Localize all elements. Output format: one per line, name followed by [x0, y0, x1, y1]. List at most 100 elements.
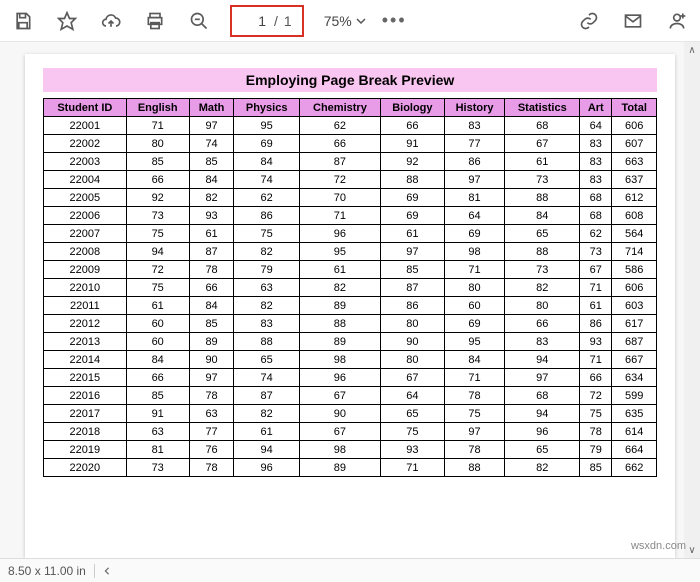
profile-icon[interactable]	[660, 4, 694, 38]
table-cell: 78	[580, 423, 612, 441]
table-cell: 63	[234, 279, 299, 297]
table-cell: 71	[299, 207, 380, 225]
table-cell: 90	[380, 333, 444, 351]
save-icon[interactable]	[6, 4, 40, 38]
table-cell: 607	[612, 135, 657, 153]
table-cell: 87	[299, 153, 380, 171]
table-cell: 97	[444, 171, 505, 189]
star-icon[interactable]	[50, 4, 84, 38]
mail-icon[interactable]	[616, 4, 650, 38]
table-cell: 62	[580, 225, 612, 243]
table-row: 220097278796185717367586	[44, 261, 657, 279]
scroll-up-icon[interactable]: ∧	[688, 42, 695, 58]
table-cell: 22008	[44, 243, 127, 261]
table-cell: 22016	[44, 387, 127, 405]
table-cell: 72	[580, 387, 612, 405]
document-page: Employing Page Break Preview Student IDE…	[25, 54, 675, 558]
table-cell: 73	[126, 459, 189, 477]
table-cell: 95	[234, 117, 299, 135]
table-cell: 72	[299, 171, 380, 189]
table-cell: 22018	[44, 423, 127, 441]
table-cell: 61	[126, 297, 189, 315]
table-cell: 70	[299, 189, 380, 207]
chevron-left-icon[interactable]	[103, 567, 111, 575]
cloud-upload-icon[interactable]	[94, 4, 128, 38]
toolbar: / 1 75% •••	[0, 0, 700, 42]
table-cell: 74	[189, 135, 234, 153]
table-cell: 82	[234, 243, 299, 261]
table-cell: 61	[189, 225, 234, 243]
table-cell: 68	[505, 117, 580, 135]
table-row: 220116184828986608061603	[44, 297, 657, 315]
zoom-dropdown[interactable]: 75%	[318, 13, 372, 29]
table-cell: 90	[189, 351, 234, 369]
table-cell: 74	[234, 171, 299, 189]
table-cell: 667	[612, 351, 657, 369]
table-cell: 22013	[44, 333, 127, 351]
table-cell: 79	[580, 441, 612, 459]
table-cell: 69	[380, 207, 444, 225]
scroll-down-icon[interactable]: ∨	[688, 542, 695, 558]
table-cell: 96	[299, 369, 380, 387]
table-row: 220186377616775979678614	[44, 423, 657, 441]
table-row: 220168578876764786872599	[44, 387, 657, 405]
table-cell: 80	[444, 279, 505, 297]
table-cell: 78	[444, 441, 505, 459]
table-cell: 687	[612, 333, 657, 351]
more-menu[interactable]: •••	[382, 10, 407, 31]
table-row: 220179163829065759475635	[44, 405, 657, 423]
table-row: 220136089888990958393687	[44, 333, 657, 351]
link-icon[interactable]	[572, 4, 606, 38]
table-cell: 67	[299, 423, 380, 441]
table-cell: 85	[126, 153, 189, 171]
table-cell: 67	[299, 387, 380, 405]
col-header: Biology	[380, 99, 444, 117]
table-cell: 78	[189, 261, 234, 279]
table-cell: 22007	[44, 225, 127, 243]
table-cell: 75	[126, 279, 189, 297]
table-row: 220126085838880696686617	[44, 315, 657, 333]
table-cell: 65	[505, 441, 580, 459]
table-cell: 93	[580, 333, 612, 351]
table-cell: 78	[444, 387, 505, 405]
table-row: 220077561759661696562564	[44, 225, 657, 243]
table-cell: 88	[505, 243, 580, 261]
table-cell: 63	[126, 423, 189, 441]
table-cell: 82	[505, 459, 580, 477]
table-cell: 66	[299, 135, 380, 153]
page-title: Employing Page Break Preview	[43, 68, 657, 92]
page-current-input[interactable]	[242, 12, 268, 30]
viewport: Employing Page Break Preview Student IDE…	[0, 42, 700, 558]
table-cell: 97	[380, 243, 444, 261]
table-cell: 86	[380, 297, 444, 315]
table-cell: 68	[505, 387, 580, 405]
table-cell: 80	[126, 135, 189, 153]
table-cell: 606	[612, 117, 657, 135]
zoom-out-icon[interactable]	[182, 4, 216, 38]
print-icon[interactable]	[138, 4, 172, 38]
table-cell: 22001	[44, 117, 127, 135]
table-row: 220207378968971888285662	[44, 459, 657, 477]
table-cell: 88	[299, 315, 380, 333]
statusbar: 8.50 x 11.00 in	[0, 558, 700, 582]
table-cell: 67	[580, 261, 612, 279]
table-cell: 617	[612, 315, 657, 333]
table-cell: 83	[580, 153, 612, 171]
table-cell: 75	[234, 225, 299, 243]
table-row: 220028074696691776783607	[44, 135, 657, 153]
table-cell: 85	[380, 261, 444, 279]
table-cell: 635	[612, 405, 657, 423]
table-cell: 66	[380, 117, 444, 135]
table-cell: 662	[612, 459, 657, 477]
vertical-scrollbar[interactable]: ∧ ∨	[684, 42, 700, 558]
table-cell: 98	[299, 351, 380, 369]
table-cell: 61	[299, 261, 380, 279]
table-cell: 22011	[44, 297, 127, 315]
table-row: 220017197956266836864606	[44, 117, 657, 135]
table-cell: 98	[299, 441, 380, 459]
table-cell: 606	[612, 279, 657, 297]
table-cell: 89	[299, 459, 380, 477]
table-cell: 64	[380, 387, 444, 405]
table-cell: 22017	[44, 405, 127, 423]
data-table: Student IDEnglishMathPhysicsChemistryBio…	[43, 98, 657, 477]
